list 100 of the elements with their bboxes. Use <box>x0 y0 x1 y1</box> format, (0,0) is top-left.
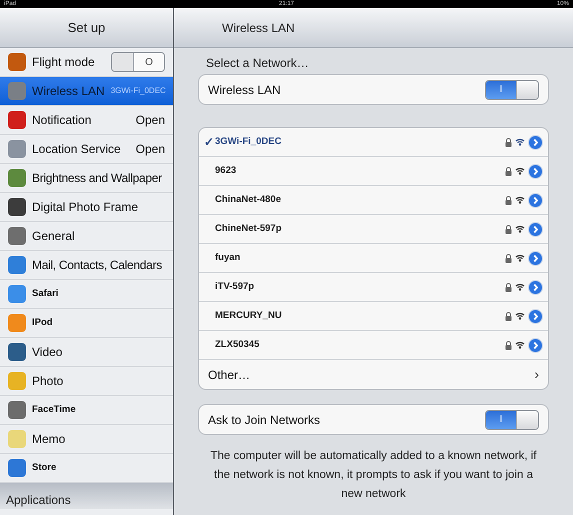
item-label: IPod <box>32 316 53 330</box>
detail-title: Wireless LAN <box>222 20 295 36</box>
item-label: FaceTime <box>32 402 76 417</box>
info-chevron-icon[interactable] <box>528 308 543 324</box>
info-chevron-icon[interactable] <box>528 222 543 236</box>
wifi-icon <box>515 138 525 146</box>
item-value: Open <box>136 112 165 129</box>
sidebar-item[interactable]: Photo <box>0 367 173 396</box>
sidebar-item[interactable]: General <box>0 222 173 251</box>
item-value: Open <box>136 141 165 158</box>
info-chevron-icon[interactable] <box>528 280 543 294</box>
item-label: Video <box>32 344 62 361</box>
row-label: Wireless LAN <box>208 82 281 98</box>
toggle-switch[interactable]: I <box>485 410 539 430</box>
lock-icon <box>505 138 512 146</box>
network-row[interactable]: ZLX50345 <box>199 331 548 360</box>
chevron-icon: › <box>534 364 539 385</box>
app-icon <box>8 169 26 187</box>
wifi-icon <box>515 254 525 262</box>
item-label: Brightness and Wallpaper <box>32 170 162 187</box>
sidebar-item[interactable]: Notification Open <box>0 106 173 135</box>
network-row[interactable]: iTV-597p <box>199 273 548 302</box>
sidebar-item[interactable]: Video <box>0 338 173 367</box>
sidebar-item[interactable]: Safari <box>0 280 173 309</box>
sidebar-item[interactable]: Wireless LAN 3GWi-Fi_0DEC <box>0 77 173 106</box>
lock-icon <box>505 312 512 320</box>
lock-icon <box>505 196 512 204</box>
network-name: fuyan <box>215 250 240 265</box>
network-name: 9623 <box>215 164 236 178</box>
wifi-icon <box>515 196 525 204</box>
sidebar-item[interactable]: Digital Photo Frame <box>0 193 173 222</box>
network-row[interactable]: 9623 <box>199 157 548 186</box>
network-row[interactable]: ChinaNet-480e <box>199 186 548 215</box>
app-icon <box>8 314 26 332</box>
sidebar-item[interactable]: Flight mode O <box>0 48 173 77</box>
lock-icon <box>505 282 512 292</box>
network-name: MERCURY_NU <box>215 308 282 323</box>
network-row[interactable]: Other… › <box>199 360 548 389</box>
checkmark: ✓ <box>204 134 215 151</box>
toggle-switch[interactable]: I <box>485 80 539 100</box>
info-chevron-icon[interactable] <box>528 164 543 178</box>
sidebar-item[interactable]: FaceTime <box>0 396 173 425</box>
wifi-icon <box>515 312 525 320</box>
item-label: General <box>32 228 75 245</box>
item-label: Digital Photo Frame <box>32 199 138 216</box>
sidebar-title: Set up <box>68 18 106 37</box>
info-chevron-icon[interactable] <box>528 192 543 208</box>
lock-icon <box>505 166 512 176</box>
app-icon <box>8 53 26 71</box>
sidebar-item[interactable]: IPod <box>0 309 173 338</box>
item-label: Location Service <box>32 141 121 158</box>
row-label: Other… <box>208 366 250 384</box>
item-label: Flight mode <box>32 54 95 71</box>
wifi-icon <box>515 283 525 291</box>
network-name: ChineNet-597p <box>215 222 282 236</box>
section-title: Applications <box>6 492 71 509</box>
network-row[interactable]: MERCURY_NU <box>199 302 548 331</box>
wifi-icon <box>515 167 525 175</box>
app-icon <box>8 459 26 477</box>
network-name: ChinaNet-480e <box>215 192 281 207</box>
info-chevron-icon[interactable] <box>528 338 543 352</box>
app-icon <box>8 285 26 303</box>
app-icon <box>8 256 26 274</box>
item-value: 3GWi-Fi_0DEC <box>110 85 166 97</box>
network-name: ZLX50345 <box>215 338 260 352</box>
network-name: 3GWi-Fi_0DEC <box>215 134 282 149</box>
item-label: Store <box>32 460 56 475</box>
info-chevron-icon[interactable] <box>528 134 543 150</box>
section-label: Select a Network… <box>206 55 310 72</box>
item-label: Wireless LAN <box>32 83 105 100</box>
footnote-text: The computer will be automatically added to a known network, if the network is not known, it prompts to ask if you want to join a new network <box>210 449 538 502</box>
app-icon <box>8 401 26 419</box>
item-label: Safari <box>32 286 58 301</box>
wifi-icon <box>515 341 525 349</box>
sidebar-item[interactable]: Location Service Open <box>0 135 173 164</box>
sidebar-item[interactable]: Brightness and Wallpaper <box>0 164 173 193</box>
app-icon <box>8 430 26 448</box>
network-row[interactable]: ChineNet-597p <box>199 215 548 244</box>
network-row[interactable]: fuyan <box>199 244 548 273</box>
lock-icon <box>505 254 512 262</box>
app-icon <box>8 82 26 100</box>
wifi-icon <box>515 225 525 233</box>
sidebar-item[interactable]: Mail, Contacts, Calendars <box>0 251 173 280</box>
app-icon <box>8 227 26 245</box>
lock-icon <box>505 340 512 350</box>
app-icon <box>8 140 26 158</box>
toggle-switch[interactable]: O <box>111 52 165 72</box>
row-label: Ask to Join Networks <box>208 412 320 428</box>
info-chevron-icon[interactable] <box>528 250 543 266</box>
lock-icon <box>505 224 512 234</box>
item-label: Photo <box>32 373 64 390</box>
sidebar-item[interactable]: Memo <box>0 425 173 454</box>
app-icon <box>8 198 26 216</box>
network-name: iTV-597p <box>215 280 254 294</box>
item-label: Mail, Contacts, Calendars <box>32 257 162 274</box>
item-label: Memo <box>32 431 66 448</box>
network-row[interactable]: ✓3GWi-Fi_0DEC <box>199 128 548 157</box>
item-label: Notification <box>32 112 92 129</box>
app-icon <box>8 343 26 361</box>
app-icon <box>8 372 26 390</box>
